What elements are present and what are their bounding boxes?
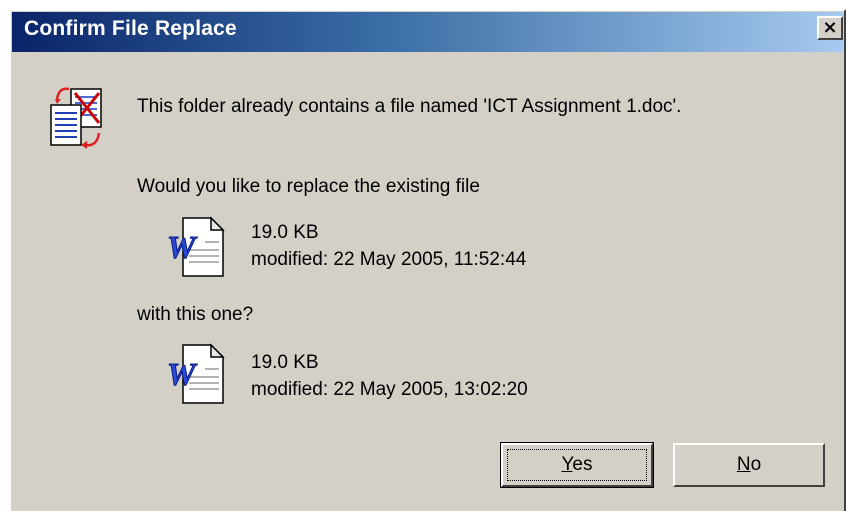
confirm-file-replace-dialog: Confirm File Replace × This folder alrea… — [9, 9, 846, 511]
window-title: Confirm File Replace — [24, 17, 237, 40]
message-line-3: with this one? — [137, 304, 254, 325]
close-button[interactable]: × — [817, 16, 843, 40]
no-button[interactable]: No — [673, 443, 825, 487]
svg-text:W: W — [167, 356, 198, 392]
close-icon: × — [822, 16, 838, 38]
new-file-size: 19.0 KB — [251, 352, 319, 373]
word-document-icon: W — [167, 343, 225, 404]
existing-file-modified: modified: 22 May 2005, 11:52:44 — [251, 249, 527, 270]
message-line-2: Would you like to replace the existing f… — [137, 176, 480, 197]
yes-button[interactable]: Yes — [500, 442, 654, 488]
file-replace-icon — [50, 87, 102, 149]
title-bar[interactable]: Confirm File Replace × — [12, 12, 843, 52]
word-document-icon: W — [167, 216, 225, 277]
message-line-1: This folder already contains a file name… — [137, 96, 682, 117]
no-button-label: No — [736, 454, 762, 475]
new-file-modified: modified: 22 May 2005, 13:02:20 — [251, 379, 528, 400]
svg-text:W: W — [167, 229, 198, 265]
existing-file-size: 19.0 KB — [251, 222, 319, 243]
focus-rectangle — [507, 449, 647, 481]
